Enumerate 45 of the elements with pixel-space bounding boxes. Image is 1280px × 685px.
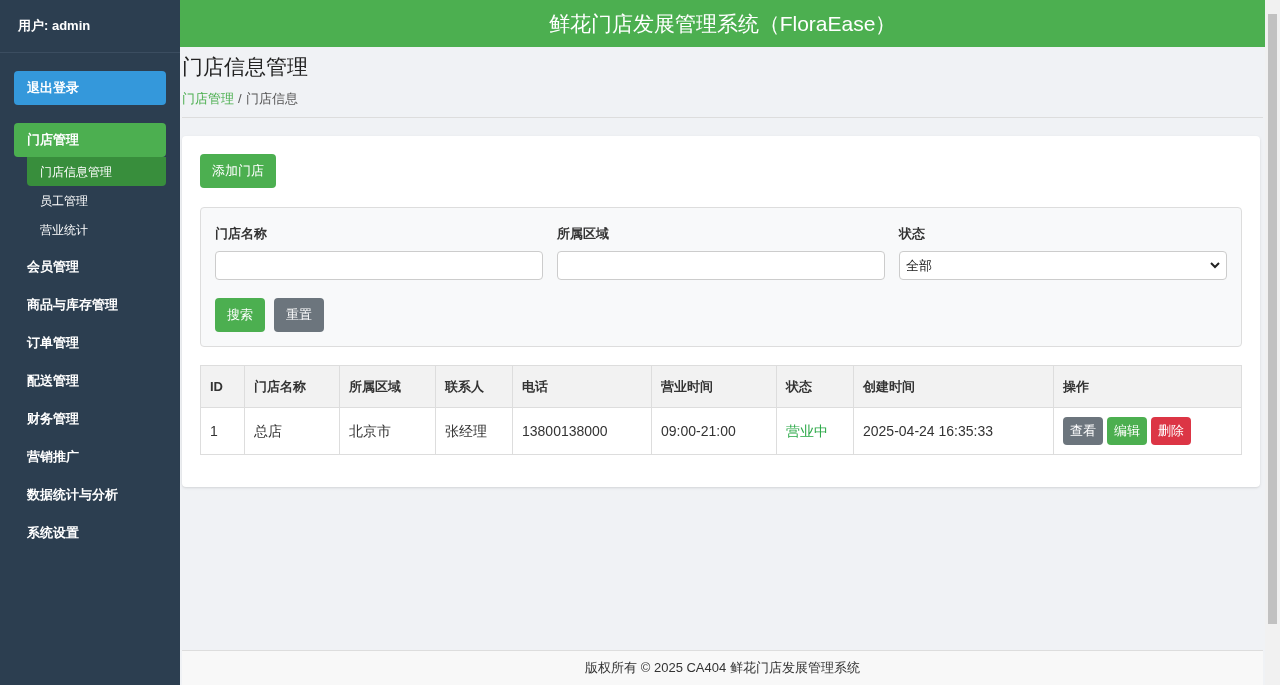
field-label: 状态 (899, 224, 926, 243)
column-header: 状态 (776, 365, 854, 408)
column-header: 创建时间 (853, 365, 1054, 408)
breadcrumb-current: 门店信息 (245, 90, 298, 108)
column-header: 所属区域 (339, 365, 436, 408)
column-header: 操作 (1053, 365, 1242, 408)
table-cell: 09:00-21:00 (651, 407, 777, 455)
column-header: 营业时间 (651, 365, 777, 408)
reset-button[interactable]: 重置 (274, 298, 324, 332)
nav-item[interactable]: 订单管理 (14, 324, 166, 362)
page-title: 门店信息管理 (182, 54, 309, 80)
nav-item[interactable]: 商品与库存管理 (14, 286, 166, 324)
nav-subitem[interactable]: 员工管理 (27, 186, 166, 215)
nav-item[interactable]: 财务管理 (14, 400, 166, 438)
input-field[interactable] (215, 251, 543, 280)
copyright-text: 版权所有 © 2025 CA404 鲜花门店发展管理系统 (585, 659, 860, 678)
delete-button[interactable]: 删除 (1151, 417, 1191, 445)
scrollbar-thumb[interactable] (1268, 14, 1277, 624)
user-label: 用户: admin (18, 17, 91, 36)
input-field[interactable] (557, 251, 885, 280)
app-title: 鲜花门店发展管理系统（FloraEase） (548, 10, 897, 37)
nav-item[interactable]: 配送管理 (14, 362, 166, 400)
nav-item[interactable]: 数据统计与分析 (14, 476, 166, 514)
table-cell: 1 (200, 407, 245, 455)
view-button[interactable]: 查看 (1063, 417, 1103, 445)
status-cell: 营业中 (776, 407, 854, 455)
nav-subitem[interactable]: 门店信息管理 (27, 157, 166, 186)
field-label: 门店名称 (215, 224, 268, 243)
column-header: ID (200, 365, 245, 408)
column-header: 电话 (512, 365, 652, 408)
table-cell: 张经理 (435, 407, 513, 455)
nav-item[interactable]: 营销推广 (14, 438, 166, 476)
field-label: 所属区域 (557, 224, 610, 243)
table-cell: 北京市 (339, 407, 436, 455)
table-cell: 总店 (244, 407, 340, 455)
nav-item[interactable]: 会员管理 (14, 248, 166, 286)
chevron-down-icon (1210, 262, 1220, 269)
nav-item[interactable]: 系统设置 (14, 514, 166, 552)
breadcrumb-separator: / (238, 90, 242, 108)
column-header: 门店名称 (244, 365, 340, 408)
nav-subitem[interactable]: 营业统计 (27, 215, 166, 244)
column-header: 联系人 (435, 365, 513, 408)
table-cell: 2025-04-24 16:35:33 (853, 407, 1054, 455)
table-cell: 13800138000 (512, 407, 652, 455)
status-select[interactable]: 全部 (899, 251, 1227, 280)
